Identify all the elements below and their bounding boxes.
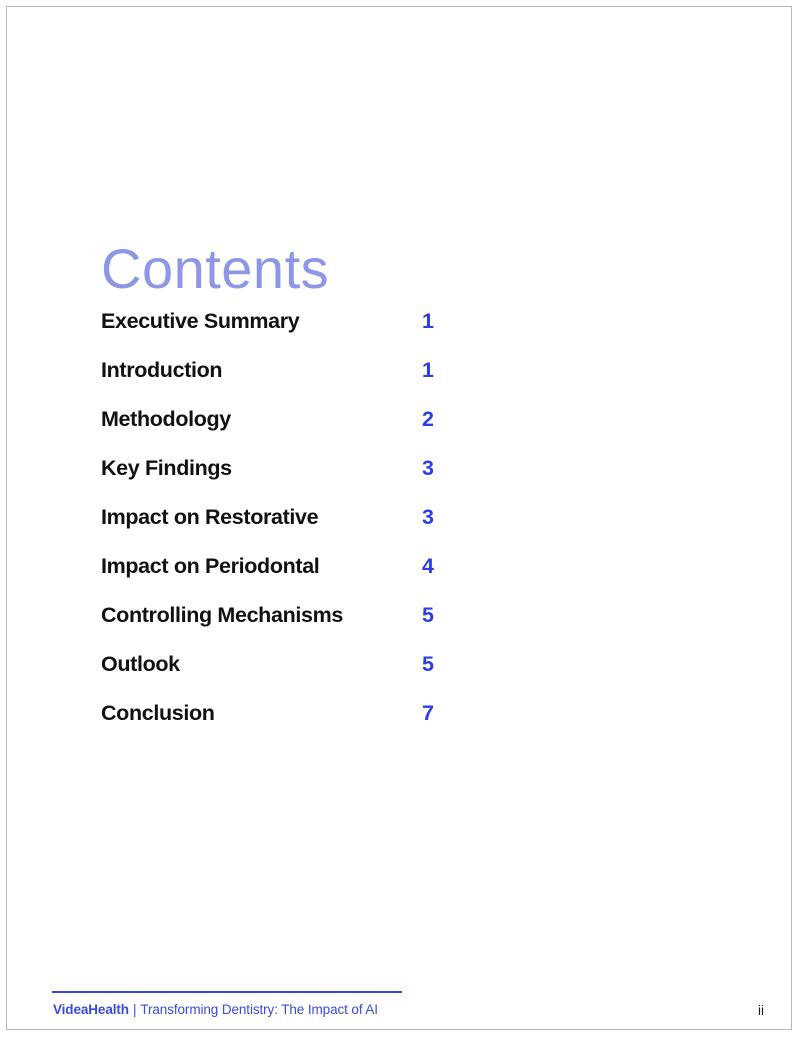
- toc-entry-label: Key Findings: [101, 456, 232, 480]
- footer-divider: [52, 991, 402, 993]
- toc-entry-introduction[interactable]: Introduction 1: [101, 358, 521, 407]
- toc-entry-label: Controlling Mechanisms: [101, 603, 343, 627]
- toc-entry-key-findings[interactable]: Key Findings 3: [101, 456, 521, 505]
- toc-entry-page-number: 2: [422, 407, 434, 431]
- toc-entry-label: Outlook: [101, 652, 180, 676]
- footer-document-title: Transforming Dentistry: The Impact of AI: [140, 1002, 378, 1017]
- toc-entry-label: Executive Summary: [101, 309, 300, 333]
- toc-entry-impact-on-periodontal[interactable]: Impact on Periodontal 4: [101, 554, 521, 603]
- footer-brand-label: VideaHealth: [53, 1002, 129, 1017]
- toc-entry-label: Impact on Restorative: [101, 505, 319, 529]
- table-of-contents: Executive Summary 1 Introduction 1 Metho…: [101, 309, 521, 750]
- toc-entry-label: Impact on Periodontal: [101, 554, 320, 578]
- toc-entry-page-number: 5: [422, 652, 434, 676]
- document-page: Contents Executive Summary 1 Introductio…: [6, 6, 792, 1030]
- toc-entry-page-number: 3: [422, 505, 434, 529]
- toc-entry-impact-on-restorative[interactable]: Impact on Restorative 3: [101, 505, 521, 554]
- page-number: ii: [758, 1003, 764, 1018]
- toc-entry-label: Conclusion: [101, 701, 215, 725]
- toc-entry-page-number: 4: [422, 554, 434, 578]
- toc-entry-methodology[interactable]: Methodology 2: [101, 407, 521, 456]
- toc-entry-label: Introduction: [101, 358, 223, 382]
- toc-entry-conclusion[interactable]: Conclusion 7: [101, 701, 521, 750]
- footer: VideaHealth | Transforming Dentistry: The …: [53, 1002, 378, 1017]
- toc-entry-page-number: 5: [422, 603, 434, 627]
- toc-entry-page-number: 1: [422, 358, 434, 382]
- page-title: Contents: [101, 236, 330, 300]
- toc-entry-outlook[interactable]: Outlook 5: [101, 652, 521, 701]
- toc-entry-page-number: 3: [422, 456, 434, 480]
- toc-entry-label: Methodology: [101, 407, 231, 431]
- footer-separator: |: [132, 1002, 137, 1017]
- toc-entry-page-number: 1: [422, 309, 434, 333]
- toc-entry-controlling-mechanisms[interactable]: Controlling Mechanisms 5: [101, 603, 521, 652]
- toc-entry-executive-summary[interactable]: Executive Summary 1: [101, 309, 521, 358]
- toc-entry-page-number: 7: [422, 701, 434, 725]
